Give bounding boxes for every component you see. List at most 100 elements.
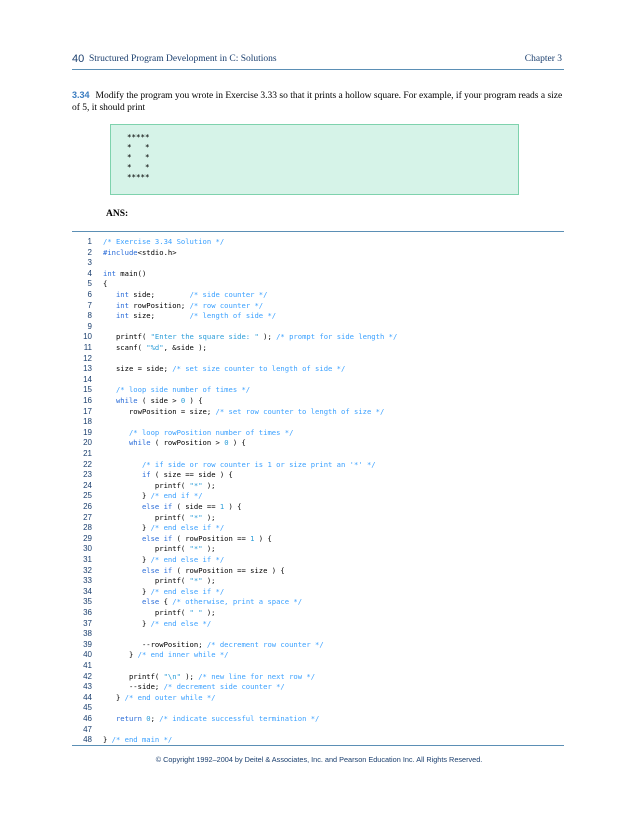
output-line: *****	[127, 173, 150, 182]
code-line: 43 --side; /* decrement side counter */	[72, 681, 564, 692]
code-text: } /* end inner while */	[103, 650, 229, 660]
code-text: while ( rowPosition > 0 ) {	[128, 438, 246, 448]
line-number: 35	[83, 597, 92, 607]
line-number: 36	[83, 608, 92, 617]
line-number: 14	[83, 374, 92, 384]
code-text: } /* end outer while */	[103, 692, 216, 702]
code-text: return 0; /* indicate successful termina…	[115, 714, 320, 723]
line-number: 12	[83, 353, 92, 363]
code-line: 47	[72, 724, 564, 735]
code-text: int size; /* length of side */	[115, 311, 277, 321]
code-line: 6 int side; /* side counter */	[72, 289, 564, 300]
output-line: * *	[127, 163, 150, 172]
line-number: 26	[83, 502, 92, 511]
code-line: 44 } /* end outer while */	[72, 692, 564, 703]
line-number: 34	[83, 586, 92, 596]
line-number: 8	[87, 311, 92, 321]
code-text: printf( "\n" ); /* new line for next row…	[103, 671, 316, 681]
code-text: } /* end else if */	[103, 523, 225, 533]
code-line: 15 /* loop side number of times */	[72, 384, 564, 395]
line-number: 37	[83, 618, 92, 628]
line-number: 19	[83, 427, 92, 437]
code-text: else { /* otherwise, print a space */	[141, 597, 303, 607]
code-line: 22 /* if side or row counter is 1 or siz…	[72, 459, 564, 470]
line-number: 10	[83, 332, 92, 342]
output-line: * *	[127, 143, 150, 152]
code-line: 11 scanf( "%d", &side );	[72, 342, 564, 353]
running-title: Structured Program Development in C: Sol…	[89, 54, 277, 64]
code-text: } /* end if */	[103, 491, 203, 501]
answer-label: ANS:	[106, 209, 129, 219]
output-line: * *	[127, 153, 150, 162]
line-number: 42	[83, 671, 92, 681]
code-line: 46 return 0; /* indicate successful term…	[72, 713, 564, 724]
line-number: 13	[83, 364, 92, 374]
line-number: 24	[83, 480, 92, 490]
line-number: 39	[83, 639, 92, 649]
line-number: 6	[87, 290, 92, 299]
line-number: 11	[83, 343, 92, 352]
code-text: printf( "*" );	[103, 544, 216, 554]
output-line: *****	[127, 133, 150, 142]
code-text: rowPosition = size; /* set row counter t…	[103, 406, 385, 416]
code-line: 18	[72, 416, 564, 427]
code-text: #include<stdio.h>	[103, 247, 177, 257]
code-text: } /* end else if */	[103, 586, 225, 596]
line-number: 45	[83, 703, 92, 713]
exercise-number: 3.34	[72, 90, 90, 100]
code-line: 45	[72, 702, 564, 713]
line-number: 25	[83, 491, 92, 501]
line-number: 31	[83, 555, 92, 564]
code-line: 35 else { /* otherwise, print a space */	[72, 596, 564, 607]
code-text: printf( " " );	[103, 608, 216, 617]
line-number: 18	[83, 417, 92, 427]
code-line: 9	[72, 321, 564, 332]
code-line: 36 printf( " " );	[72, 607, 564, 618]
code-line: 13 size = side; /* set size counter to l…	[72, 363, 564, 374]
code-line: 21	[72, 448, 564, 459]
code-line: 14	[72, 374, 564, 385]
code-line: 1 /* Exercise 3.34 Solution */	[72, 236, 564, 247]
line-number: 32	[83, 565, 92, 575]
page-number: 40	[72, 53, 85, 65]
code-line: 40 } /* end inner while */	[72, 649, 564, 660]
sample-output-box: ***** * * * * * * *****	[110, 124, 519, 195]
code-text: } /* end else */	[103, 618, 212, 628]
code-line: 30 printf( "*" );	[72, 543, 564, 554]
code-line: 31 } /* end else if */	[72, 554, 564, 565]
code-line: 5{	[72, 278, 564, 289]
line-number: 2	[87, 247, 92, 257]
exercise-statement: 3.34 Modify the program you wrote in Exer…	[72, 89, 566, 114]
code-text: } /* end main */	[103, 735, 173, 745]
code-line: 20 while ( rowPosition > 0 ) {	[72, 437, 564, 448]
code-text: } /* end else if */	[103, 555, 225, 564]
code-line: 28 } /* end else if */	[72, 522, 564, 533]
line-number: 40	[83, 650, 92, 660]
code-text: else if ( side == 1 ) {	[141, 502, 242, 511]
line-number: 9	[87, 321, 92, 331]
line-number: 16	[83, 396, 92, 405]
code-text: --rowPosition; /* decrement row counter …	[103, 639, 324, 649]
code-line: 16 while ( side > 0 ) {	[72, 395, 564, 406]
code-text: /* loop side number of times */	[115, 385, 251, 395]
line-number: 4	[87, 268, 92, 278]
code-text: {	[103, 279, 108, 289]
line-number: 15	[83, 385, 92, 395]
code-line: 37 } /* end else */	[72, 618, 564, 629]
line-number: 44	[83, 692, 92, 702]
code-line: 34 } /* end else if */	[72, 586, 564, 597]
copyright-footer: © Copyright 1992–2004 by Deitel & Associ…	[155, 755, 483, 764]
line-number: 30	[83, 544, 92, 554]
code-line: 25 } /* end if */	[72, 490, 564, 501]
code-text: size = side; /* set size counter to leng…	[103, 364, 346, 374]
code-line: 38	[72, 628, 564, 639]
code-line: 26 else if ( side == 1 ) {	[72, 501, 564, 512]
code-text: printf( "*" );	[103, 512, 216, 522]
code-text: if ( size == side ) {	[141, 470, 233, 480]
code-line: 19 /* loop rowPosition number of times *…	[72, 427, 564, 438]
code-text: printf( "*" );	[103, 480, 216, 490]
code-line: 7 int rowPosition; /* row counter */	[72, 300, 564, 311]
code-line: 24 printf( "*" );	[72, 480, 564, 491]
line-number: 21	[83, 449, 92, 458]
code-text: printf( "*" );	[103, 576, 216, 586]
